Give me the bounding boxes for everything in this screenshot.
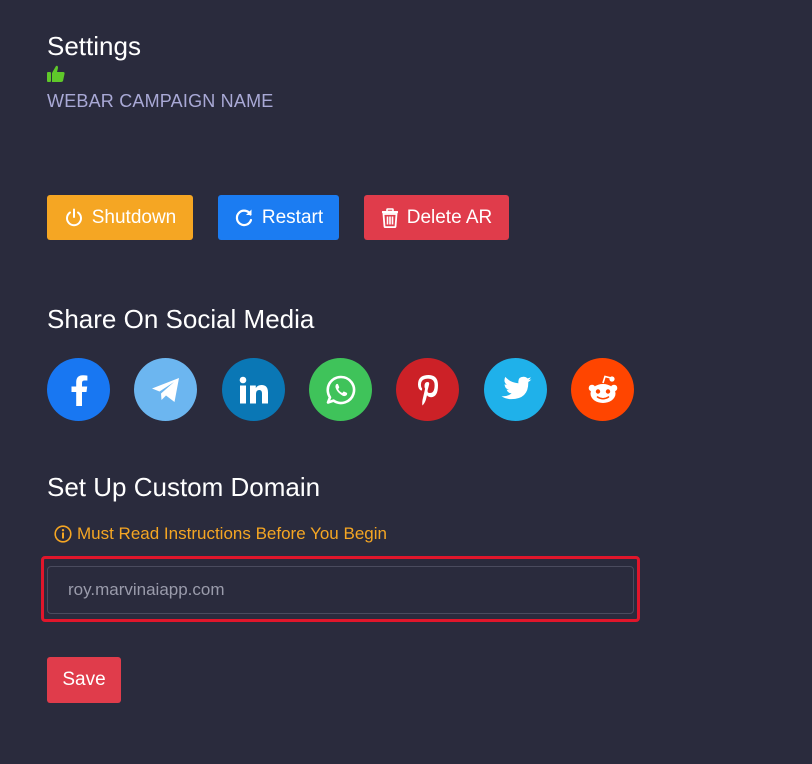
twitter-share-button[interactable]: [484, 358, 547, 421]
pinterest-share-button[interactable]: [396, 358, 459, 421]
save-label: Save: [62, 669, 106, 690]
instructions-link[interactable]: Must Read Instructions Before You Begin: [54, 524, 387, 544]
reddit-share-button[interactable]: [571, 358, 634, 421]
delete-ar-label: Delete AR: [406, 206, 493, 228]
refresh-icon: [235, 209, 252, 226]
linkedin-icon: [239, 376, 268, 403]
thumbs-up-icon: [47, 65, 65, 82]
info-circle-icon: [54, 525, 72, 543]
reddit-icon: [588, 375, 617, 403]
custom-domain-input[interactable]: [47, 566, 634, 614]
trash-icon: [381, 207, 398, 228]
telegram-icon: [151, 377, 179, 402]
custom-domain-heading: Set Up Custom Domain: [47, 472, 321, 502]
share-heading: Share On Social Media: [47, 304, 315, 334]
power-icon: [65, 208, 82, 226]
restart-label: Restart: [261, 206, 324, 228]
shutdown-label: Shutdown: [91, 206, 177, 228]
restart-button[interactable]: Restart: [218, 195, 339, 240]
delete-ar-button[interactable]: Delete AR: [364, 195, 509, 240]
twitter-icon: [501, 376, 531, 400]
shutdown-button[interactable]: Shutdown: [47, 195, 193, 240]
whatsapp-share-button[interactable]: [309, 358, 372, 421]
page-title: Settings: [47, 31, 141, 61]
linkedin-share-button[interactable]: [222, 358, 285, 421]
instructions-label: Must Read Instructions Before You Begin: [77, 524, 387, 543]
facebook-share-button[interactable]: [47, 358, 110, 421]
pinterest-icon: [417, 374, 438, 405]
campaign-name: WEBAR CAMPAIGN NAME: [47, 91, 274, 111]
facebook-icon: [71, 374, 87, 406]
telegram-share-button[interactable]: [134, 358, 197, 421]
whatsapp-icon: [325, 375, 355, 404]
save-button[interactable]: Save: [47, 657, 121, 703]
